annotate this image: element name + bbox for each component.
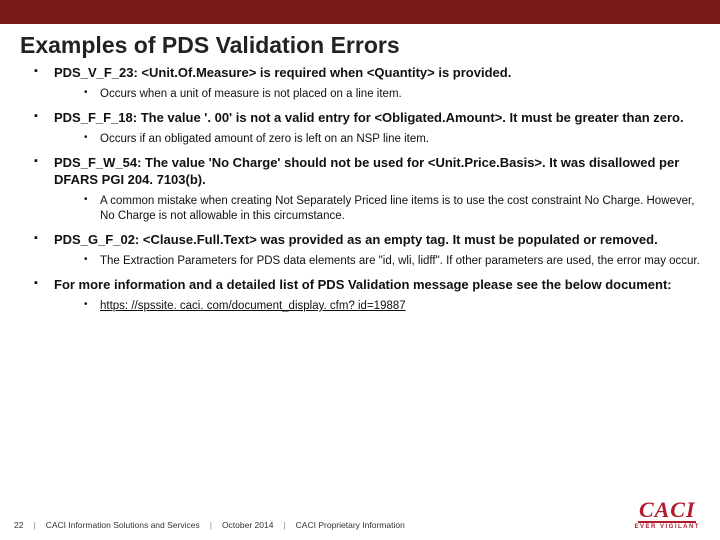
logo-tagline: EVER VIGILANT (634, 524, 700, 530)
bullet-item-0: PDS_V_F_23: <Unit.Of.Measure> is require… (28, 65, 700, 110)
bullet-item-1: PDS_F_F_18: The value '. 00' is not a va… (28, 110, 700, 155)
sub-list: A common mistake when creating Not Separ… (54, 192, 700, 226)
logo-bar (638, 521, 696, 523)
bullet-item-2: PDS_F_W_54: The value 'No Charge' should… (28, 155, 700, 231)
bullet-heading: PDS_G_F_02: <Clause.Full.Text> was provi… (54, 232, 658, 247)
footer-class: CACI Proprietary Information (296, 520, 405, 530)
bullet-heading: For more information and a detailed list… (54, 277, 672, 292)
sub-item: The Extraction Parameters for PDS data e… (84, 252, 700, 271)
bullet-item-3: PDS_G_F_02: <Clause.Full.Text> was provi… (28, 232, 700, 277)
slide-content: Examples of PDS Validation Errors PDS_V_… (0, 24, 720, 322)
bullet-heading: PDS_F_F_18: The value '. 00' is not a va… (54, 110, 684, 125)
sub-item: Occurs if an obligated amount of zero is… (84, 130, 700, 149)
bullet-heading: PDS_F_W_54: The value 'No Charge' should… (54, 155, 679, 186)
caci-logo: CACI EVER VIGILANT (634, 500, 700, 530)
page-title: Examples of PDS Validation Errors (20, 32, 700, 59)
sub-item: https: //spssite. caci. com/document_dis… (84, 297, 700, 316)
footer-left: 22 | CACI Information Solutions and Serv… (14, 520, 405, 530)
top-accent-band (0, 0, 720, 24)
logo-text: CACI (639, 500, 696, 520)
sub-item: A common mistake when creating Not Separ… (84, 192, 700, 226)
footer-sep: | (210, 520, 212, 530)
footer-sep: | (33, 520, 35, 530)
doc-link[interactable]: https: //spssite. caci. com/document_dis… (100, 300, 406, 312)
footer: 22 | CACI Information Solutions and Serv… (0, 500, 720, 530)
sub-list: The Extraction Parameters for PDS data e… (54, 252, 700, 271)
sub-list: https: //spssite. caci. com/document_dis… (54, 297, 700, 316)
footer-sep: | (283, 520, 285, 530)
sub-item: Occurs when a unit of measure is not pla… (84, 85, 700, 104)
page-number: 22 (14, 520, 23, 530)
footer-org: CACI Information Solutions and Services (46, 520, 200, 530)
footer-date: October 2014 (222, 520, 274, 530)
bullet-item-4: For more information and a detailed list… (28, 277, 700, 322)
bullet-heading: PDS_V_F_23: <Unit.Of.Measure> is require… (54, 65, 511, 80)
sub-list: Occurs if an obligated amount of zero is… (54, 130, 700, 149)
bullet-list: PDS_V_F_23: <Unit.Of.Measure> is require… (20, 65, 700, 322)
sub-list: Occurs when a unit of measure is not pla… (54, 85, 700, 104)
